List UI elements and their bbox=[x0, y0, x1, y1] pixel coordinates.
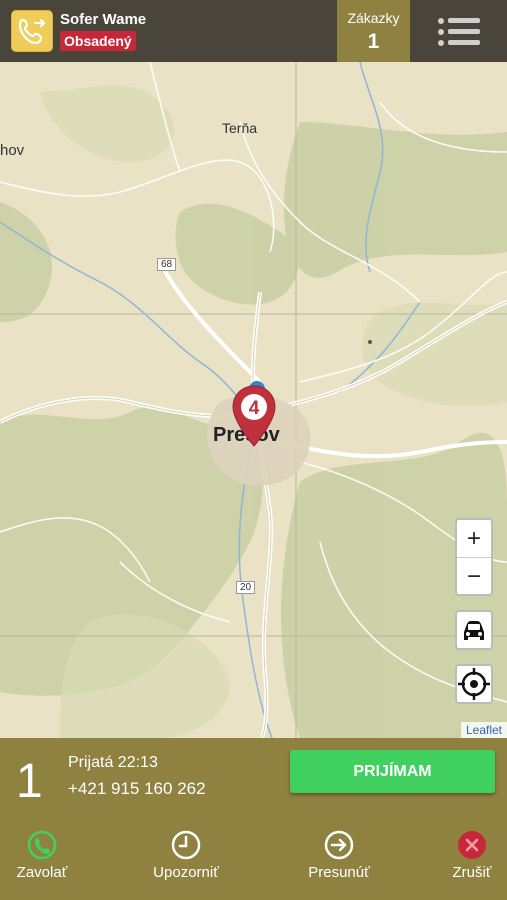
place-label-terna: Terňa bbox=[222, 120, 258, 136]
hamburger-icon[interactable] bbox=[432, 16, 482, 48]
accept-order-button[interactable]: PRIJÍMAM bbox=[290, 750, 495, 793]
phone-call-icon[interactable] bbox=[11, 10, 53, 52]
car-icon[interactable] bbox=[455, 610, 493, 650]
zoom-control: + − bbox=[455, 518, 493, 596]
driver-status-badge[interactable]: Obsadený bbox=[60, 31, 136, 51]
order-phone: +421 915 160 262 bbox=[68, 779, 206, 798]
orders-label: Zákazky bbox=[347, 10, 400, 26]
top-bar: Sofer Wame Obsadený Zákazky 1 bbox=[0, 0, 507, 62]
zoom-out-button[interactable]: − bbox=[457, 558, 491, 595]
orders-counter[interactable]: Zákazky 1 bbox=[337, 0, 410, 62]
arrow-right-circle-icon bbox=[324, 830, 354, 860]
call-label: Zavolať bbox=[16, 864, 68, 881]
road-number-label: 20 bbox=[236, 581, 256, 594]
place-label-west: hov bbox=[0, 142, 25, 159]
close-circle-icon bbox=[457, 830, 487, 860]
order-received-time: Prijatá 22:13 bbox=[68, 754, 158, 771]
road-number-label: 68 bbox=[157, 258, 177, 271]
notify-button[interactable]: Upozorniť bbox=[146, 830, 226, 881]
marker-number: 4 bbox=[249, 398, 260, 419]
move-label: Presunúť bbox=[308, 864, 370, 881]
clock-icon bbox=[171, 830, 201, 860]
orders-count: 1 bbox=[367, 30, 380, 53]
crosshair-icon[interactable] bbox=[455, 664, 493, 704]
map[interactable]: Terňa hov Prešov 68 20 4 + − Leaflet bbox=[0, 62, 507, 738]
driver-name: Sofer Wame bbox=[60, 11, 147, 28]
call-button[interactable]: Zavolať bbox=[12, 830, 72, 881]
cancel-button[interactable]: Zrušiť bbox=[446, 830, 498, 881]
order-number: 1 bbox=[16, 755, 43, 808]
cancel-label: Zrušiť bbox=[452, 864, 492, 881]
leaflet-attribution-link[interactable]: Leaflet bbox=[460, 722, 507, 738]
zoom-in-button[interactable]: + bbox=[457, 520, 491, 558]
order-location-marker[interactable]: 4 bbox=[230, 384, 278, 448]
phone-icon bbox=[27, 830, 57, 860]
notify-label: Upozorniť bbox=[153, 864, 219, 881]
move-button[interactable]: Presunúť bbox=[301, 830, 377, 881]
